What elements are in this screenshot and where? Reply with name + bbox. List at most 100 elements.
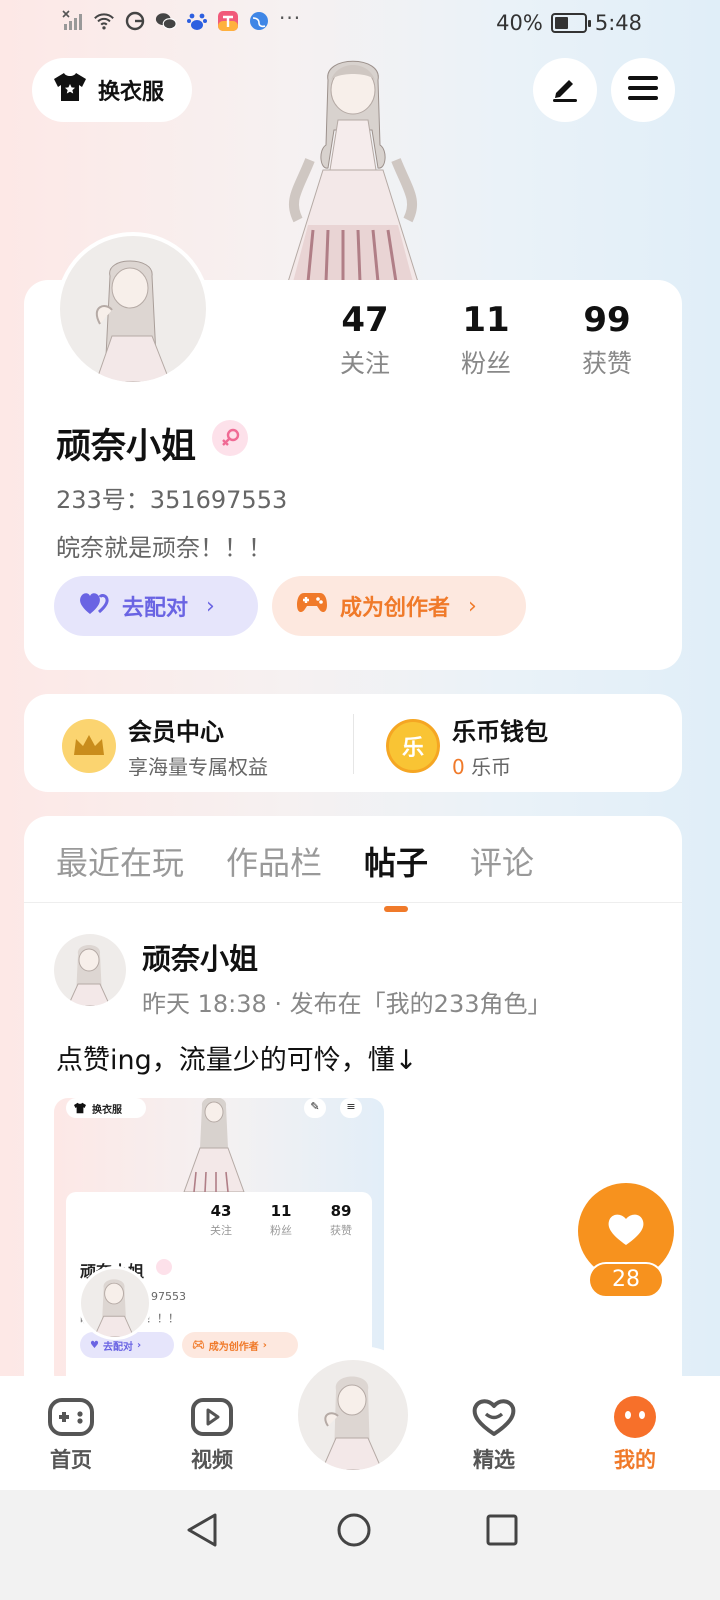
stat-value: 11 xyxy=(462,300,510,340)
edit-profile-button[interactable] xyxy=(533,58,597,122)
post-author-avatar[interactable] xyxy=(54,934,126,1006)
pen-icon xyxy=(550,73,580,107)
wallet-balance: 0 xyxy=(452,755,465,779)
wallet-unit: 乐币 xyxy=(471,755,512,779)
change-outfit-button[interactable]: 换衣服 xyxy=(32,58,192,122)
mini-female-icon xyxy=(156,1259,172,1275)
tab-posts[interactable]: 帖子 xyxy=(364,838,428,912)
recents-icon[interactable] xyxy=(480,1508,524,1552)
mini-stat-value: 43 xyxy=(210,1202,232,1220)
wallet-balance-line: 0 乐币 xyxy=(452,751,548,780)
change-outfit-label: 换衣服 xyxy=(98,80,165,105)
member-wallet-card: 会员中心 享海量专属权益 乐 乐币钱包 0 乐币 xyxy=(24,694,682,792)
chevron-right-icon: › xyxy=(468,593,477,619)
post-author-name[interactable]: 顽奈小姐 xyxy=(142,936,258,978)
profile-stats: 47 关注 11 粉丝 99 获赞 xyxy=(310,300,662,380)
stat-following[interactable]: 47 关注 xyxy=(310,300,420,380)
center-avatar-button[interactable] xyxy=(298,1360,408,1470)
mini-gamepad-icon: 🎮︎ xyxy=(192,1339,205,1351)
user-bio: 皖奈就是顽奈！！！ xyxy=(56,534,272,562)
post-text: 点赞ing，流量少的可怜，懂↓ xyxy=(56,1045,418,1076)
user-id: 233号：351697553 xyxy=(56,486,288,514)
become-creator-button[interactable]: 成为创作者 › xyxy=(272,576,526,636)
like-count: 28 xyxy=(588,1262,664,1298)
nav-mine-label: 我的 xyxy=(614,1448,656,1472)
female-icon xyxy=(212,420,248,456)
mini-stat: 11 粉丝 xyxy=(256,1202,306,1238)
tab-works[interactable]: 作品栏 xyxy=(226,838,322,884)
coin-wallet[interactable]: 乐 乐币钱包 0 乐币 xyxy=(386,712,548,780)
mini-pen-icon: ✎ xyxy=(304,1098,326,1118)
mini-creator-button: 🎮︎ 成为创作者 › xyxy=(182,1332,298,1358)
nav-home[interactable]: 首页 xyxy=(26,1392,116,1474)
battery-icon xyxy=(550,13,591,33)
mini-chevron-icon: › xyxy=(136,1339,142,1351)
stat-label: 粉丝 xyxy=(460,349,511,378)
mini-stat-value: 89 xyxy=(330,1202,352,1220)
more-icon: ··· xyxy=(279,6,302,30)
mini-character-figure xyxy=(183,1098,245,1192)
home-icon[interactable] xyxy=(332,1508,376,1552)
mini-outfit-label: 换衣服 xyxy=(92,1104,122,1116)
tab-comments[interactable]: 评论 xyxy=(470,838,534,884)
match-button[interactable]: 去配对 › xyxy=(54,576,258,636)
stat-label: 获赞 xyxy=(581,349,632,378)
app-icon xyxy=(217,10,239,32)
post-image[interactable]: 换衣服 ✎ ≡ 43关注 11粉丝 89获赞 顽奈小姐 233号：3516975… xyxy=(54,1098,384,1388)
nav-mine[interactable]: 我的 xyxy=(590,1392,680,1474)
mini-stat: 43 关注 xyxy=(196,1202,246,1238)
nav-home-label: 首页 xyxy=(50,1448,92,1472)
profile-tabs: 最近在玩 作品栏 帖子 评论 xyxy=(56,838,534,912)
back-icon[interactable] xyxy=(180,1508,224,1552)
mini-menu-icon: ≡ xyxy=(340,1098,362,1118)
stat-value: 47 xyxy=(341,300,389,340)
nav-video[interactable]: 视频 xyxy=(167,1392,257,1474)
battery-level xyxy=(554,17,568,29)
match-label: 去配对 xyxy=(122,596,189,621)
mini-stats: 43 关注 11 粉丝 89 获赞 xyxy=(196,1202,366,1238)
nav-video-label: 视频 xyxy=(191,1448,233,1472)
mini-stat: 89 获赞 xyxy=(316,1202,366,1238)
member-subtitle: 享海量专属权益 xyxy=(128,755,268,779)
stat-value: 99 xyxy=(583,300,631,340)
stat-label: 关注 xyxy=(339,349,390,378)
globe-icon xyxy=(248,10,270,32)
stat-likes[interactable]: 99 获赞 xyxy=(552,300,662,380)
gamepad-icon xyxy=(296,591,328,621)
menu-button[interactable] xyxy=(611,58,675,122)
heart-outline-icon xyxy=(469,1392,519,1442)
face-icon xyxy=(610,1392,660,1442)
clock: 5:48 xyxy=(594,11,642,35)
wifi-icon xyxy=(93,10,115,32)
battery-percent: 40% xyxy=(496,11,543,35)
status-right: 40% 5:48 xyxy=(496,11,642,35)
system-nav-bar xyxy=(0,1490,720,1600)
tab-recent[interactable]: 最近在玩 xyxy=(56,838,184,884)
mini-stat-label: 粉丝 xyxy=(270,1224,292,1237)
avatar-character-figure[interactable] xyxy=(268,50,438,283)
post-meta: 昨天 18:38 · 发布在「我的233角色」 xyxy=(142,990,552,1018)
status-bar: ··· 40% 5:48 xyxy=(0,0,720,50)
coin-icon: 乐 xyxy=(386,719,440,773)
divider xyxy=(24,902,682,903)
member-center[interactable]: 会员中心 享海量专属权益 xyxy=(62,712,268,780)
member-title: 会员中心 xyxy=(128,718,224,746)
mini-stat-label: 获赞 xyxy=(330,1224,352,1237)
status-icons: ··· xyxy=(62,6,301,32)
heart-icon xyxy=(606,1211,646,1251)
mini-chevron-icon: › xyxy=(262,1339,267,1351)
stat-followers[interactable]: 11 粉丝 xyxy=(431,300,541,380)
hamburger-icon xyxy=(628,75,658,105)
username: 顽奈小姐 xyxy=(56,427,197,467)
nav-featured[interactable]: 精选 xyxy=(449,1392,539,1474)
mini-creator-label: 成为创作者 xyxy=(208,1341,259,1353)
wechat-icon xyxy=(155,10,177,32)
divider xyxy=(353,714,354,774)
mini-hearts-icon: ♥ xyxy=(90,1339,99,1351)
sync-icon xyxy=(124,10,146,32)
avatar[interactable] xyxy=(56,232,210,386)
gamepad-icon xyxy=(46,1392,96,1442)
become-creator-label: 成为创作者 xyxy=(340,596,451,621)
mini-avatar xyxy=(78,1266,152,1340)
mini-stat-label: 关注 xyxy=(210,1224,232,1237)
